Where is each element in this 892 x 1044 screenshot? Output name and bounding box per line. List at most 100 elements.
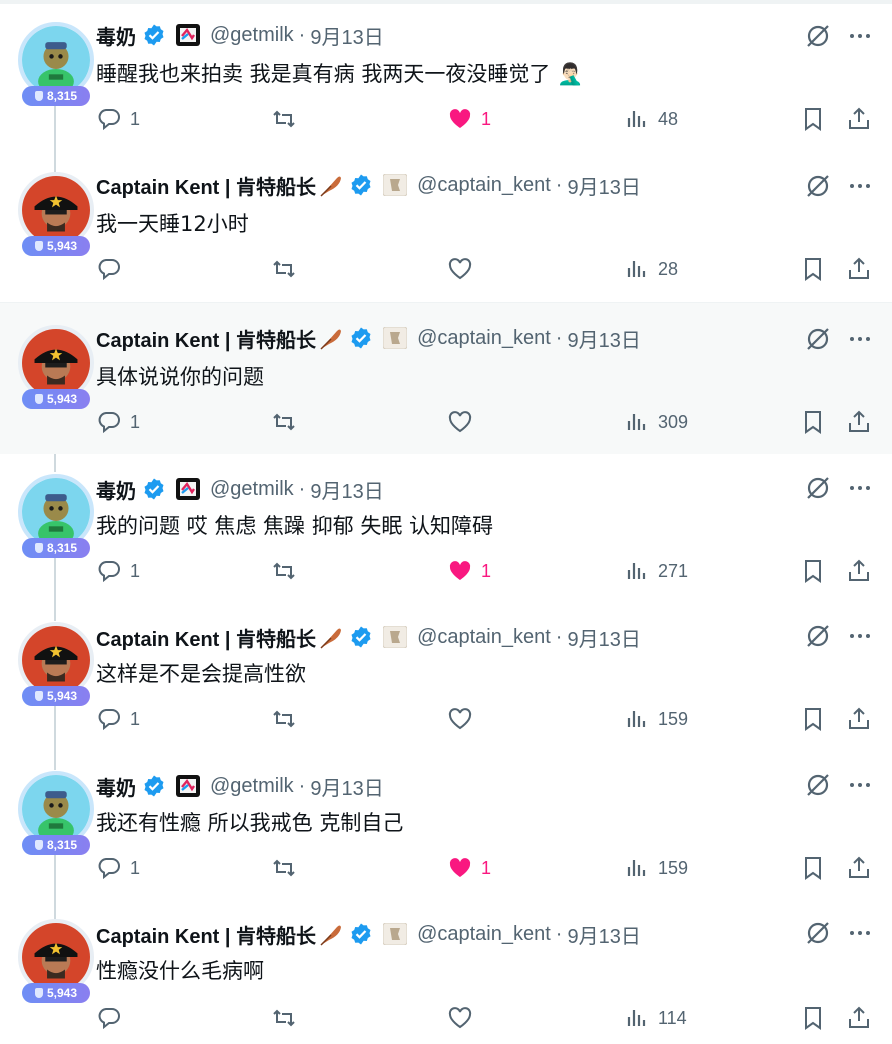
author-name[interactable]: 毒奶 xyxy=(96,475,136,504)
more-icon[interactable] xyxy=(846,172,874,200)
avatar-milk[interactable]: 8,315 xyxy=(18,771,94,861)
tweet-date[interactable]: 9月13日 xyxy=(310,772,383,801)
views-button[interactable]: 309 xyxy=(624,407,688,437)
author-handle[interactable]: @captain_kent xyxy=(417,327,551,350)
more-icon[interactable] xyxy=(846,622,874,650)
tweet-date[interactable]: 9月13日 xyxy=(310,21,383,50)
grok-icon[interactable] xyxy=(804,622,832,650)
views-button[interactable]: 28 xyxy=(624,254,678,284)
author-handle[interactable]: @captain_kent xyxy=(417,923,551,946)
more-icon[interactable] xyxy=(846,771,874,799)
views-button[interactable]: 48 xyxy=(624,104,678,134)
author-handle[interactable]: @getmilk xyxy=(210,24,294,47)
tweet-date[interactable]: 9月13日 xyxy=(567,920,640,949)
reply-button[interactable]: 1 xyxy=(96,704,140,734)
tweet-date[interactable]: 9月13日 xyxy=(567,171,640,200)
like-button[interactable] xyxy=(447,704,481,734)
author-name[interactable]: Captain Kent | 肯特船长 xyxy=(96,623,316,652)
reply-button[interactable] xyxy=(96,254,130,284)
tweet-1[interactable]: 5,943 Captain Kent | 肯特船长 @captain_kent … xyxy=(0,150,892,302)
tweet-4[interactable]: 5,943 Captain Kent | 肯特船长 @captain_kent … xyxy=(0,602,892,751)
tweet-0[interactable]: 8,315 毒奶 @getmilk · 9月13日 睡醒我也来拍卖 我是真有病 … xyxy=(0,0,892,150)
reply-button[interactable]: 1 xyxy=(96,104,140,134)
affiliation-badge-icon[interactable] xyxy=(382,326,408,350)
author-name[interactable]: 毒奶 xyxy=(96,772,136,801)
reply-button[interactable]: 1 xyxy=(96,853,140,883)
affiliation-badge-icon[interactable] xyxy=(382,173,408,197)
avatar-kent[interactable]: 5,943 xyxy=(18,325,94,415)
retweet-button[interactable] xyxy=(271,104,305,134)
author-name[interactable]: 毒奶 xyxy=(96,21,136,50)
more-icon[interactable] xyxy=(846,919,874,947)
retweet-button[interactable] xyxy=(271,407,305,437)
avatar-kent[interactable]: 5,943 xyxy=(18,919,94,1009)
retweet-button[interactable] xyxy=(271,704,305,734)
like-button[interactable] xyxy=(447,1003,481,1033)
like-button[interactable] xyxy=(447,254,481,284)
grok-icon[interactable] xyxy=(804,474,832,502)
views-button[interactable]: 114 xyxy=(624,1003,687,1033)
bookmark-button[interactable] xyxy=(800,407,826,437)
more-icon[interactable] xyxy=(846,22,874,50)
avatar-milk[interactable]: 8,315 xyxy=(18,22,94,112)
grok-icon[interactable] xyxy=(804,771,832,799)
like-button[interactable] xyxy=(447,407,481,437)
retweet-button[interactable] xyxy=(271,254,305,284)
bookmark-button[interactable] xyxy=(800,254,826,284)
tweet-text: 性瘾没什么毛病啊 xyxy=(96,959,264,983)
reply-button[interactable]: 1 xyxy=(96,556,140,586)
author-handle[interactable]: @captain_kent xyxy=(417,626,551,649)
more-icon[interactable] xyxy=(846,474,874,502)
share-button[interactable] xyxy=(846,853,872,883)
retweet-button[interactable] xyxy=(271,1003,305,1033)
author-name[interactable]: Captain Kent | 肯特船长 xyxy=(96,324,316,353)
share-button[interactable] xyxy=(846,1003,872,1033)
tweet-date[interactable]: 9月13日 xyxy=(567,324,640,353)
grok-icon[interactable] xyxy=(804,172,832,200)
views-button[interactable]: 271 xyxy=(624,556,688,586)
grok-icon[interactable] xyxy=(804,919,832,947)
bookmark-button[interactable] xyxy=(800,556,826,586)
like-button[interactable]: 1 xyxy=(447,104,491,134)
reply-button[interactable]: 1 xyxy=(96,407,140,437)
author-name[interactable]: Captain Kent | 肯特船长 xyxy=(96,171,316,200)
more-icon[interactable] xyxy=(846,325,874,353)
retweet-button[interactable] xyxy=(271,853,305,883)
bookmark-button[interactable] xyxy=(800,853,826,883)
share-button[interactable] xyxy=(846,254,872,284)
affiliation-badge-icon[interactable] xyxy=(176,775,200,797)
affiliation-badge-icon[interactable] xyxy=(176,24,200,46)
grok-icon[interactable] xyxy=(804,325,832,353)
tweet-6[interactable]: 5,943 Captain Kent | 肯特船长 @captain_kent … xyxy=(0,899,892,1044)
views-button[interactable]: 159 xyxy=(624,853,688,883)
share-button[interactable] xyxy=(846,704,872,734)
bookmark-button[interactable] xyxy=(800,104,826,134)
views-button[interactable]: 159 xyxy=(624,704,688,734)
grok-icon[interactable] xyxy=(804,22,832,50)
author-handle[interactable]: @getmilk xyxy=(210,478,294,501)
affiliation-badge-icon[interactable] xyxy=(176,478,200,500)
share-button[interactable] xyxy=(846,104,872,134)
affiliation-badge-icon[interactable] xyxy=(382,625,408,649)
author-name[interactable]: Captain Kent | 肯特船长 xyxy=(96,920,316,949)
affiliation-badge-icon[interactable] xyxy=(382,922,408,946)
bookmark-button[interactable] xyxy=(800,704,826,734)
avatar-milk[interactable]: 8,315 xyxy=(18,474,94,564)
tweet-date[interactable]: 9月13日 xyxy=(567,623,640,652)
author-handle[interactable]: @captain_kent xyxy=(417,174,551,197)
avatar-kent[interactable]: 5,943 xyxy=(18,622,94,712)
like-button[interactable]: 1 xyxy=(447,853,491,883)
bookmark-icon xyxy=(805,857,821,880)
bookmark-button[interactable] xyxy=(800,1003,826,1033)
tweet-5[interactable]: 8,315 毒奶 @getmilk · 9月13日 我还有性瘾 所以我戒色 克制… xyxy=(0,751,892,899)
reply-button[interactable] xyxy=(96,1003,130,1033)
tweet-date[interactable]: 9月13日 xyxy=(310,475,383,504)
share-button[interactable] xyxy=(846,556,872,586)
tweet-3[interactable]: 8,315 毒奶 @getmilk · 9月13日 我的问题 哎 焦虑 焦躁 抑… xyxy=(0,454,892,602)
avatar-kent[interactable]: 5,943 xyxy=(18,172,94,262)
like-button[interactable]: 1 xyxy=(447,556,491,586)
author-handle[interactable]: @getmilk xyxy=(210,775,294,798)
retweet-button[interactable] xyxy=(271,556,305,586)
share-button[interactable] xyxy=(846,407,872,437)
tweet-2[interactable]: 5,943 Captain Kent | 肯特船长 @captain_kent … xyxy=(0,302,892,454)
